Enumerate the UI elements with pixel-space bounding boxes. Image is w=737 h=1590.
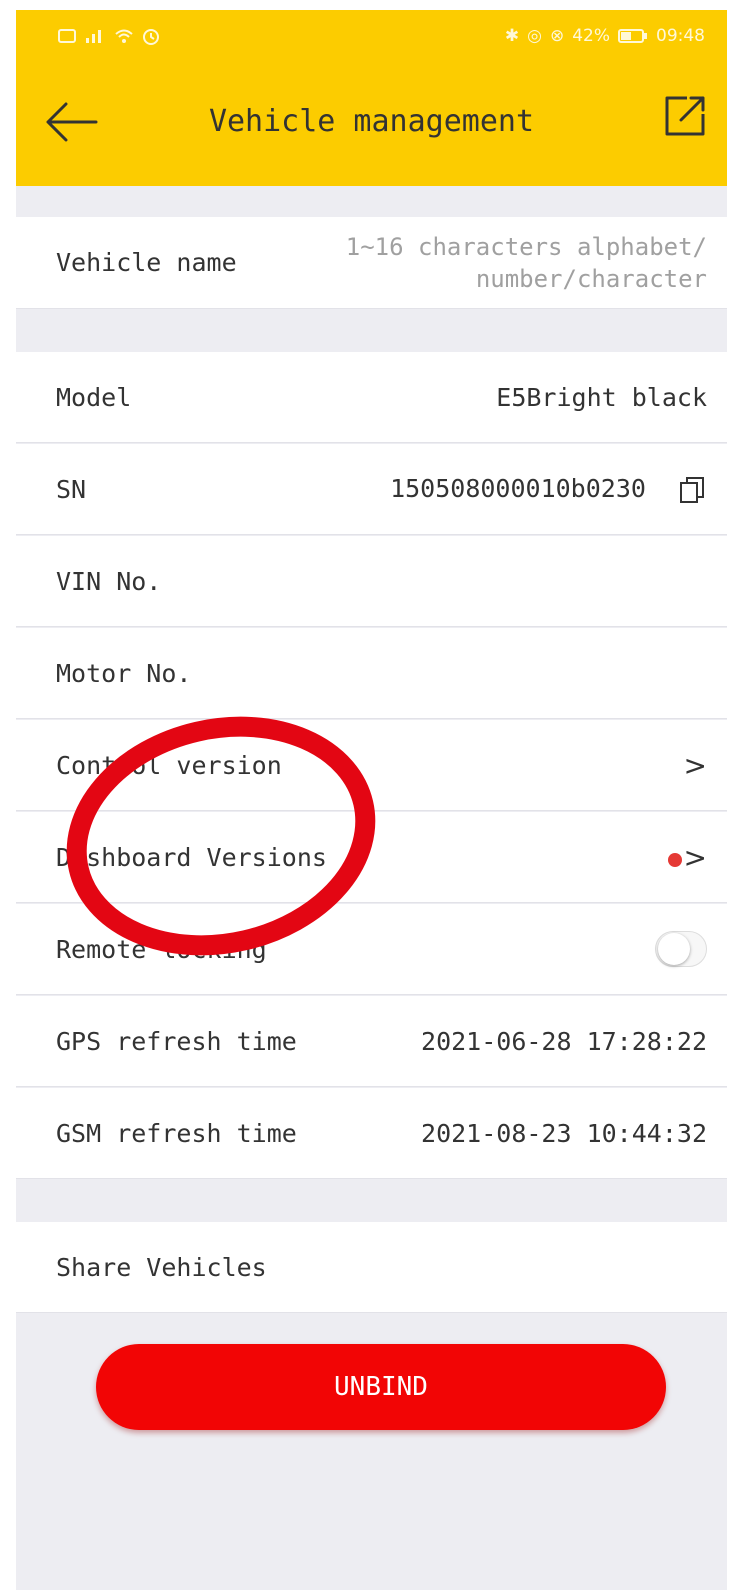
chevron-right-icon: > (683, 840, 707, 874)
sn-value-wrap: 150508000010b0230 (390, 474, 707, 505)
vehicle-name-label: Vehicle name (56, 248, 237, 277)
gps-refresh-label: GPS refresh time (56, 1026, 297, 1056)
motor-label: Motor No. (56, 658, 192, 688)
app-bar: Vehicle management (16, 62, 727, 186)
motor-row: Motor No. (16, 628, 727, 719)
sn-row: SN 150508000010b0230 (16, 444, 727, 535)
mute-icon: ⊗ (549, 26, 565, 46)
location-icon: ◎ (527, 26, 542, 46)
vin-label: VIN No. (56, 566, 162, 596)
control-version-label: Control version (56, 750, 282, 780)
back-button[interactable] (42, 100, 100, 144)
vehicle-name-row[interactable]: Vehicle name 1~16 characters alphabet/ n… (16, 217, 727, 309)
sn-value: 150508000010b0230 (390, 473, 646, 503)
dashboard-versions-indicator: > (667, 840, 707, 874)
sn-label: SN (56, 474, 87, 504)
battery-percent: 42% (572, 26, 610, 46)
gps-refresh-value: 2021-06-28 17:28:22 (421, 1026, 707, 1056)
arrow-left-icon (46, 102, 98, 142)
model-value: E5Bright black (496, 382, 707, 412)
unbind-button[interactable]: UNBIND (96, 1344, 666, 1430)
app-screen: ✱ ◎ ⊗ 42% 09:48 Vehicle management Vehic… (16, 10, 727, 1590)
vehicle-name-placeholder-line1: 1~16 characters alphabet/ (345, 232, 707, 261)
vin-row: VIN No. (16, 536, 727, 627)
dashboard-versions-row[interactable]: Dashboard Versions > (16, 812, 727, 903)
bluetooth-icon: ✱ (504, 26, 520, 46)
status-bar: ✱ ◎ ⊗ 42% 09:48 (16, 10, 727, 62)
alarm-icon (143, 29, 159, 45)
remote-locking-label: Remote locking (56, 934, 267, 964)
gsm-refresh-value: 2021-08-23 10:44:32 (421, 1118, 707, 1148)
status-time: 09:48 (656, 26, 705, 46)
vehicle-name-placeholder-line2: number/character (475, 264, 707, 293)
remote-locking-toggle[interactable] (655, 931, 707, 967)
vehicle-name-input[interactable]: 1~16 characters alphabet/ number/charact… (346, 231, 707, 295)
gsm-refresh-row: GSM refresh time 2021-08-23 10:44:32 (16, 1088, 727, 1179)
update-badge-dot (667, 852, 682, 867)
toggle-knob (658, 933, 690, 965)
share-button[interactable] (661, 92, 709, 140)
signal-icon (86, 30, 101, 43)
wifi-icon (115, 29, 133, 43)
dashboard-versions-label: Dashboard Versions (56, 842, 327, 872)
model-label: Model (56, 382, 132, 412)
share-vehicles-label: Share Vehicles (56, 1252, 267, 1282)
gsm-refresh-label: GSM refresh time (56, 1118, 297, 1148)
status-left-icons (58, 27, 160, 45)
share-vehicles-row[interactable]: Share Vehicles (16, 1222, 727, 1313)
remote-locking-row: Remote locking (16, 904, 727, 995)
chevron-right-icon: > (683, 748, 707, 782)
sim-icon (58, 29, 76, 43)
battery-icon (618, 29, 647, 43)
page-title: Vehicle management (208, 104, 535, 139)
copy-icon[interactable] (677, 475, 707, 505)
model-row: Model E5Bright black (16, 352, 727, 443)
status-right-icons: ✱ ◎ ⊗ 42% 09:48 (505, 26, 705, 46)
control-version-row[interactable]: Control version > (16, 720, 727, 811)
gps-refresh-row: GPS refresh time 2021-06-28 17:28:22 (16, 996, 727, 1087)
share-icon (665, 96, 705, 136)
